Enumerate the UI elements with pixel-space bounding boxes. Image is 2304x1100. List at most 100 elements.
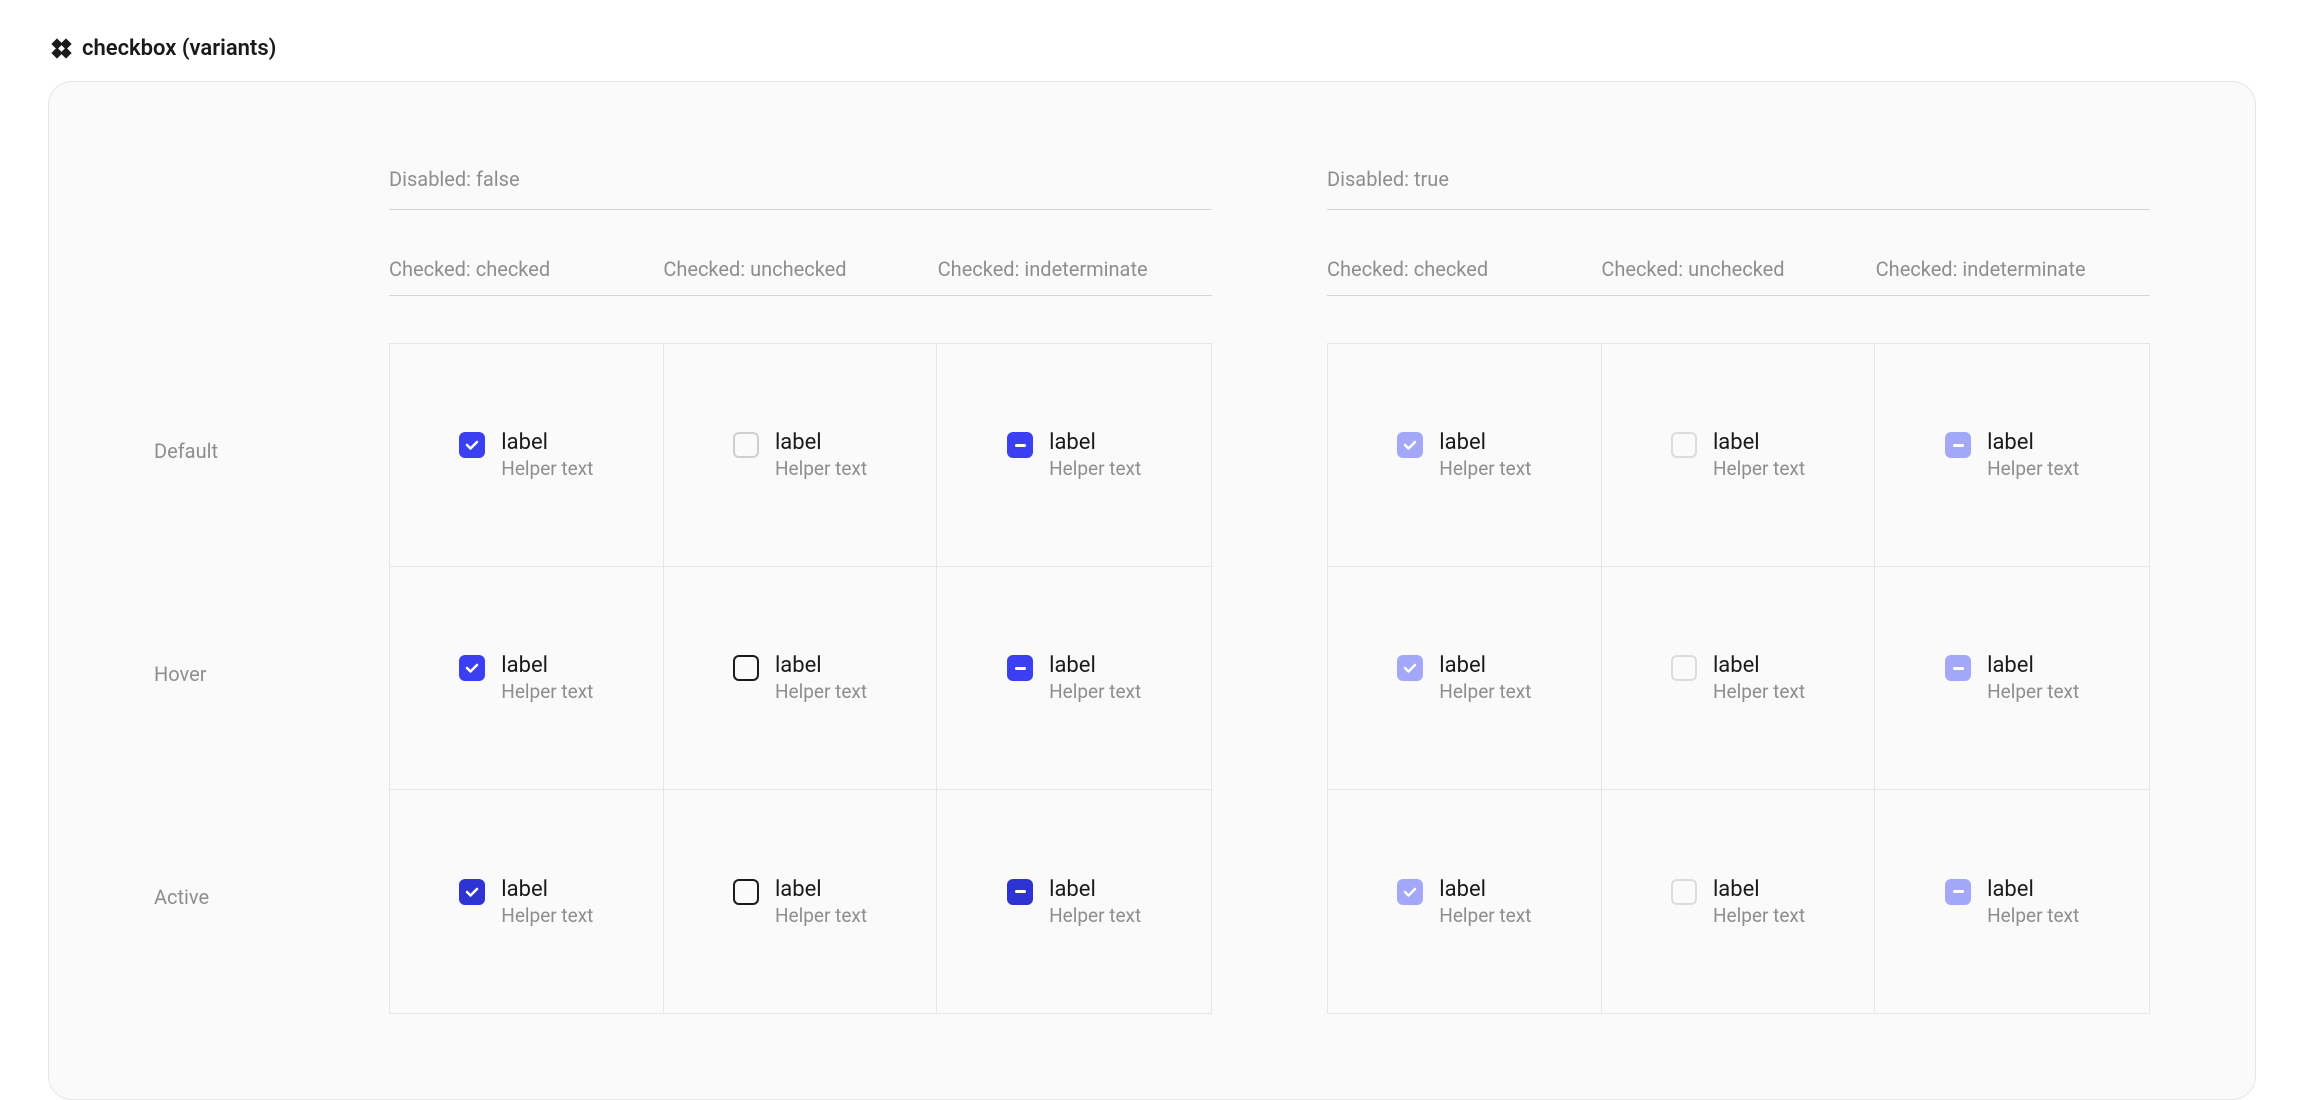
dash-icon [1953, 444, 1964, 447]
col-header-unchecked: Checked: unchecked [663, 257, 937, 295]
checkbox: labelHelper text [1945, 877, 2079, 927]
checkbox-box [1945, 879, 1971, 905]
checkbox-box[interactable] [733, 432, 759, 458]
checkbox-label: label [1049, 653, 1141, 678]
checkbox: labelHelper text [1397, 877, 1531, 927]
checkbox-label: label [1987, 430, 2079, 455]
variant-cell: labelHelper text [1875, 567, 2149, 790]
check-icon [1403, 885, 1417, 899]
checkbox-helper: Helper text [775, 457, 867, 480]
checkbox: labelHelper text [1945, 430, 2079, 480]
component-variants-icon [52, 40, 70, 58]
row-label-default: Default [154, 339, 274, 562]
dash-icon [1015, 444, 1026, 447]
checkbox: labelHelper text [1397, 430, 1531, 480]
checkbox[interactable]: labelHelper text [733, 653, 867, 703]
variant-cell: labelHelper text [937, 567, 1211, 790]
dash-icon [1015, 667, 1026, 670]
checkbox-box[interactable] [459, 879, 485, 905]
checkbox-helper: Helper text [1439, 904, 1531, 927]
page-header: checkbox (variants) [0, 0, 2304, 61]
checkbox-box[interactable] [459, 655, 485, 681]
checkbox-box [1945, 655, 1971, 681]
checkbox-box [1671, 432, 1697, 458]
checkbox-label: label [1049, 877, 1141, 902]
section-disabled: Disabled: true Checked: checked Checked:… [1327, 167, 2150, 1014]
checkbox-label: label [1713, 430, 1805, 455]
checkbox-label: label [501, 877, 593, 902]
row-label-hover: Hover [154, 562, 274, 785]
checkbox[interactable]: labelHelper text [733, 430, 867, 480]
checkbox: labelHelper text [1671, 877, 1805, 927]
checkbox-label: label [775, 430, 867, 455]
checkbox-helper: Helper text [1049, 457, 1141, 480]
checkbox-label: label [501, 430, 593, 455]
checkbox-helper: Helper text [1439, 680, 1531, 703]
section-enabled: Disabled: false Checked: checked Checked… [389, 167, 1212, 1014]
checkbox-box[interactable] [1007, 655, 1033, 681]
variant-cell: labelHelper text [664, 344, 938, 567]
checkbox[interactable]: labelHelper text [1007, 430, 1141, 480]
checkbox[interactable]: labelHelper text [459, 430, 593, 480]
row-label-active: Active [154, 785, 274, 1008]
variant-cell: labelHelper text [1602, 344, 1876, 567]
checkbox-box[interactable] [733, 879, 759, 905]
variants-canvas: Default Hover Active Disabled: false Che… [48, 81, 2256, 1100]
checkbox-helper: Helper text [775, 904, 867, 927]
group-header-disabled-true: Disabled: true [1327, 167, 2150, 210]
checkbox-label: label [775, 653, 867, 678]
checkbox-helper: Helper text [1439, 457, 1531, 480]
variant-cell: labelHelper text [1328, 344, 1602, 567]
checkbox[interactable]: labelHelper text [1007, 877, 1141, 927]
checkbox-box [1397, 879, 1423, 905]
checkbox-helper: Helper text [1987, 457, 2079, 480]
col-header-checked: Checked: checked [389, 257, 663, 295]
checkbox-label: label [1713, 877, 1805, 902]
checkbox-helper: Helper text [1987, 904, 2079, 927]
checkbox[interactable]: labelHelper text [459, 653, 593, 703]
variant-cell: labelHelper text [1875, 790, 2149, 1013]
col-header-unchecked: Checked: unchecked [1601, 257, 1875, 295]
checkbox-label: label [775, 877, 867, 902]
checkbox-box[interactable] [1007, 432, 1033, 458]
checkbox-helper: Helper text [501, 904, 593, 927]
variant-cell: labelHelper text [390, 567, 664, 790]
check-icon [1403, 661, 1417, 675]
variants-grid-enabled: labelHelper text labelHelper text labelH… [389, 343, 1212, 1014]
checkbox-box[interactable] [459, 432, 485, 458]
checkbox-box[interactable] [733, 655, 759, 681]
variant-cell: labelHelper text [1602, 567, 1876, 790]
checkbox[interactable]: labelHelper text [1007, 653, 1141, 703]
dash-icon [1953, 890, 1964, 893]
variant-cell: labelHelper text [1328, 567, 1602, 790]
checkbox-box[interactable] [1007, 879, 1033, 905]
col-header-indeterminate: Checked: indeterminate [938, 257, 1212, 295]
checkbox-helper: Helper text [775, 680, 867, 703]
variant-cell: labelHelper text [664, 567, 938, 790]
check-icon [465, 661, 479, 675]
checkbox-helper: Helper text [501, 680, 593, 703]
page-title: checkbox (variants) [82, 36, 276, 61]
checkbox-helper: Helper text [1049, 680, 1141, 703]
checkbox[interactable]: labelHelper text [733, 877, 867, 927]
col-header-indeterminate: Checked: indeterminate [1876, 257, 2150, 295]
variant-cell: labelHelper text [937, 344, 1211, 567]
checkbox: labelHelper text [1397, 653, 1531, 703]
variant-cell: labelHelper text [1328, 790, 1602, 1013]
checkbox-label: label [1049, 430, 1141, 455]
checkbox-box [1397, 432, 1423, 458]
checkbox-helper: Helper text [1049, 904, 1141, 927]
dash-icon [1015, 890, 1026, 893]
checkbox-box [1671, 879, 1697, 905]
checkbox-label: label [1439, 877, 1531, 902]
variants-grid-disabled: labelHelper text labelHelper text labelH… [1327, 343, 2150, 1014]
variant-cell: labelHelper text [937, 790, 1211, 1013]
checkbox-helper: Helper text [1713, 680, 1805, 703]
checkbox-box [1945, 432, 1971, 458]
variant-cell: labelHelper text [664, 790, 938, 1013]
col-header-checked: Checked: checked [1327, 257, 1601, 295]
check-icon [1403, 438, 1417, 452]
checkbox[interactable]: labelHelper text [459, 877, 593, 927]
checkbox-label: label [1713, 653, 1805, 678]
checkbox: labelHelper text [1671, 653, 1805, 703]
